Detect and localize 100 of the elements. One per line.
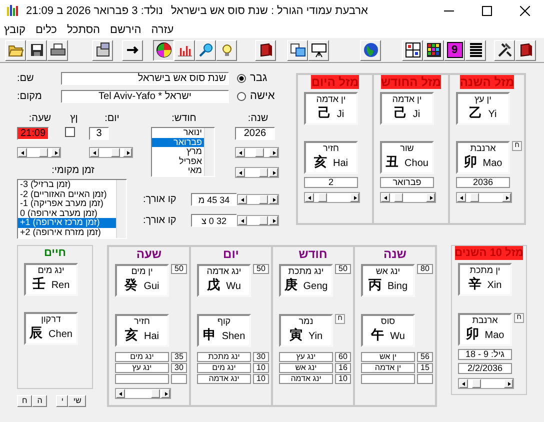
pie-chart-icon bbox=[156, 42, 172, 58]
globe-icon bbox=[362, 42, 378, 58]
birth-info: נולד: 3 פברואר 2026 ב 21:09 bbox=[26, 5, 163, 17]
vertical-scrollbar[interactable] bbox=[116, 180, 126, 238]
panel-title: חיים bbox=[44, 246, 66, 260]
energy-cell: ין אדמה bbox=[361, 363, 415, 373]
chinese-character: 壬 bbox=[32, 276, 46, 291]
chinese-character: 癸 bbox=[124, 277, 138, 292]
small-button[interactable]: שי bbox=[68, 395, 86, 407]
pinyin-label: Yin bbox=[308, 331, 323, 342]
place-field[interactable]: Tel Aviv-Yafo * ישראל bbox=[61, 90, 229, 102]
timezone-option[interactable]: 0 (זמן מערב אירופה) bbox=[18, 208, 116, 218]
element-label: ינג אש bbox=[376, 266, 400, 277]
energy-cell: ינג עץ bbox=[279, 352, 333, 362]
chinese-character: 寅 bbox=[289, 327, 302, 342]
element-label: ינג מתכת bbox=[288, 266, 324, 277]
app-icon bbox=[6, 4, 20, 18]
menu-item[interactable]: עזרה bbox=[151, 24, 174, 36]
pinyin-label: Yi bbox=[488, 109, 497, 120]
timezone-option[interactable]: -3 (זמן ברזיל) bbox=[18, 180, 116, 190]
menu-item[interactable]: הירשם bbox=[110, 24, 142, 36]
animal-label: חזיר bbox=[134, 316, 150, 327]
printer-icon bbox=[50, 42, 66, 58]
value-field: 2 bbox=[304, 177, 358, 188]
panel-title: יום bbox=[223, 247, 239, 261]
month-option[interactable]: ינואר bbox=[152, 128, 204, 138]
chinese-character: 午 bbox=[371, 327, 384, 342]
gender-radio[interactable]: גבר bbox=[237, 72, 268, 84]
timezone-option[interactable]: +2 (זמן מזרח אירופה) bbox=[18, 228, 116, 237]
value-cell: 10 bbox=[335, 374, 351, 384]
energy-cell: ינג מתכת bbox=[197, 352, 251, 362]
longitude-field[interactable]: 32 0 צ bbox=[191, 214, 237, 227]
timezone-option[interactable]: -2 (זמן האיים האזוריים) bbox=[18, 190, 116, 199]
hour-field[interactable]: 21:09 bbox=[17, 127, 49, 140]
menu-item[interactable]: הסתכל bbox=[66, 24, 100, 36]
scrollbar[interactable] bbox=[237, 194, 279, 205]
month-listbox[interactable]: ינואר פברואר מרץ אפריל מאי bbox=[151, 127, 215, 177]
value-cell: 35 bbox=[171, 352, 187, 362]
presentation-icon bbox=[310, 42, 326, 58]
dst-checkbox[interactable] bbox=[65, 127, 75, 137]
age-field: גיל: 9 - 18 bbox=[458, 349, 512, 360]
scrollbar[interactable] bbox=[237, 215, 279, 226]
timezone-listbox[interactable]: -3 (זמן ברזיל) -2 (זמן האיים האזוריים) -1 (זמן מערב אפריקה) 0 (זמן מערב אירופה) +1 (זמן מרכז אירופה) +2 (זמן מזרח אירופה) bbox=[17, 179, 127, 239]
scrollbar[interactable] bbox=[89, 147, 133, 158]
maximize-icon[interactable] bbox=[482, 6, 492, 16]
day-field[interactable]: 3 bbox=[89, 127, 109, 140]
pinyin-label: Hai bbox=[332, 158, 348, 169]
pinyin-label: Shen bbox=[222, 331, 246, 342]
timezone-option[interactable]: -1 (זמן מערב אפריקה) bbox=[18, 199, 116, 208]
small-button[interactable]: ח bbox=[17, 395, 32, 407]
menu-item[interactable]: כלים bbox=[35, 24, 57, 36]
toolbar-button[interactable] bbox=[153, 40, 174, 60]
tools-icon bbox=[496, 42, 512, 58]
gender-radio[interactable]: אישה bbox=[237, 90, 275, 102]
chinese-character: 申 bbox=[202, 327, 216, 342]
month-option[interactable]: אפריל bbox=[152, 156, 204, 166]
value-cell: 30 bbox=[171, 363, 187, 373]
year-field[interactable]: 2026 bbox=[235, 127, 275, 140]
value-cell: 60 bbox=[335, 352, 351, 362]
energy-cell: ינג מים bbox=[197, 363, 251, 373]
value-cell: 56 bbox=[417, 352, 433, 362]
scrollbar[interactable] bbox=[235, 167, 279, 178]
pinyin-label: Ji bbox=[412, 109, 420, 120]
animal-label: חזיר bbox=[323, 143, 339, 154]
panel-title: מזל השנה bbox=[460, 75, 514, 89]
chinese-character: 丑 bbox=[386, 154, 399, 169]
name-field[interactable]: שנת סוס אש בישראל bbox=[61, 72, 229, 84]
number-button[interactable]: 9 bbox=[444, 40, 465, 60]
scrollbar[interactable] bbox=[115, 388, 171, 399]
element-label: ין אדמה bbox=[316, 94, 346, 105]
close-icon[interactable] bbox=[520, 6, 530, 16]
month-option[interactable]: פברואר bbox=[152, 138, 204, 147]
longitude-field[interactable]: 34 45 מ bbox=[191, 193, 237, 206]
small-button[interactable]: ה bbox=[32, 395, 48, 407]
panel-title: חודש bbox=[298, 247, 328, 261]
empty-cell bbox=[361, 374, 415, 384]
small-button[interactable]: י bbox=[56, 395, 68, 407]
chinese-character: 庚 bbox=[284, 277, 298, 292]
animal-label: נמר bbox=[298, 316, 314, 327]
energy-cell: ינג אדמה bbox=[279, 374, 333, 384]
score-field: 50 bbox=[335, 264, 351, 274]
scrollbar[interactable] bbox=[458, 378, 514, 389]
menu-item[interactable]: קובץ bbox=[4, 24, 26, 36]
scrollbar[interactable] bbox=[456, 192, 512, 203]
month-option[interactable]: מאי bbox=[152, 166, 204, 176]
chinese-character: 亥 bbox=[314, 154, 327, 169]
scrollbar[interactable] bbox=[380, 192, 436, 203]
vertical-scrollbar[interactable] bbox=[204, 128, 214, 176]
number-grid-icon bbox=[404, 42, 420, 58]
pinyin-label: Chou bbox=[404, 158, 428, 169]
chinese-character: 辛 bbox=[468, 276, 482, 291]
panel-title: מזל החודש bbox=[380, 75, 442, 89]
element-label: ין מים bbox=[131, 266, 153, 277]
scrollbar[interactable] bbox=[235, 147, 279, 158]
scrollbar[interactable] bbox=[304, 192, 360, 203]
panel-title: מזל היום bbox=[311, 75, 359, 89]
timezone-option[interactable]: +1 (זמן מרכז אירופה) bbox=[18, 218, 116, 228]
scrollbar[interactable] bbox=[17, 147, 61, 158]
month-option[interactable]: מרץ bbox=[152, 147, 204, 156]
chinese-character: 丙 bbox=[368, 277, 382, 292]
